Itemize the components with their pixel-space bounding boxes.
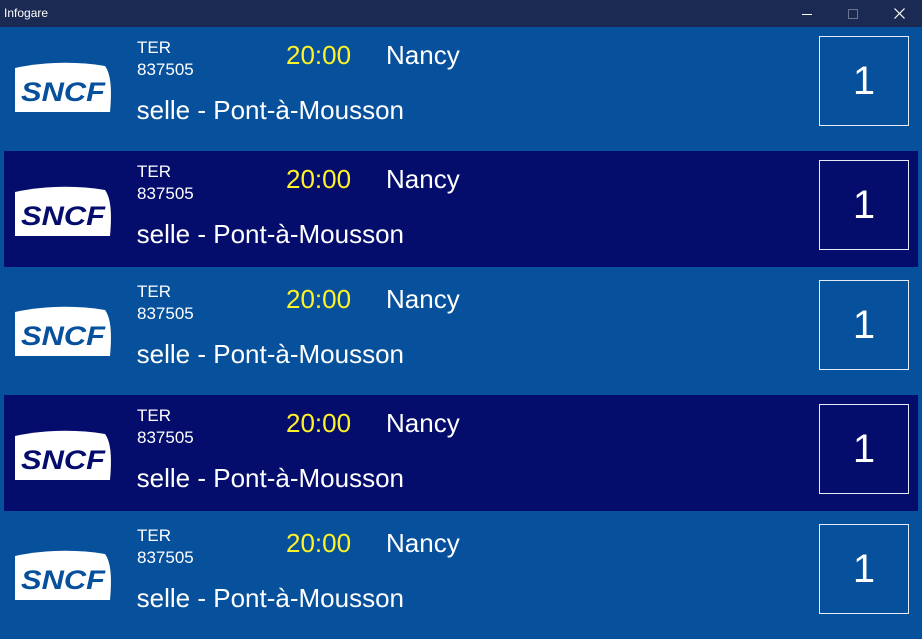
stops-ticker: selle - Pont-à-Mousson [128, 218, 808, 252]
departure-row[interactable]: SNCF TER 837505 20:00 Nancy selle - Pont… [4, 151, 918, 267]
sncf-logo: SNCF [15, 62, 111, 112]
destination: Nancy [386, 528, 460, 558]
stops-ticker: selle - Pont-à-Mousson [128, 462, 808, 496]
stops-text: selle - Pont-à-Mousson [136, 219, 404, 249]
train-type: TER [137, 282, 171, 301]
train-number: 837505 [137, 428, 194, 447]
sncf-logo: SNCF [15, 430, 111, 480]
platform-box: 1 [819, 524, 909, 614]
sncf-logo: SNCF [15, 186, 111, 236]
title-bar[interactable]: Infogare [0, 0, 922, 27]
train-number: 837505 [137, 548, 194, 567]
sncf-logo: SNCF [15, 306, 111, 356]
train-type: TER [137, 38, 171, 57]
train-type: TER [137, 526, 171, 545]
train-type: TER [137, 406, 171, 425]
departure-row[interactable]: SNCF TER 837505 20:00 Nancy selle - Pont… [4, 271, 918, 387]
destination: Nancy [386, 40, 460, 70]
platform-box: 1 [819, 160, 909, 250]
stops-text: selle - Pont-à-Mousson [136, 583, 404, 613]
maximize-icon [848, 8, 858, 19]
stops-text: selle - Pont-à-Mousson [136, 463, 404, 493]
stops-text: selle - Pont-à-Mousson [136, 95, 404, 125]
departure-row[interactable]: SNCF TER 837505 20:00 Nancy selle - Pont… [4, 27, 918, 143]
sncf-logo: SNCF [15, 550, 111, 600]
stops-ticker: selle - Pont-à-Mousson [128, 338, 808, 372]
maximize-button[interactable] [830, 0, 876, 27]
departure-board: SNCF TER 837505 20:00 Nancy selle - Pont… [0, 27, 922, 639]
platform-box: 1 [819, 404, 909, 494]
departure-row[interactable]: SNCF TER 837505 20:00 Nancy selle - Pont… [4, 395, 918, 511]
window-title: Infogare [4, 6, 49, 20]
destination: Nancy [386, 164, 460, 194]
departure-time: 20:00 [286, 40, 352, 70]
train-number: 837505 [137, 184, 194, 203]
departure-row[interactable]: SNCF TER 837505 20:00 Nancy selle - Pont… [4, 515, 918, 631]
destination: Nancy [386, 284, 460, 314]
train-number: 837505 [137, 304, 194, 323]
svg-text:SNCF: SNCF [21, 201, 107, 231]
departure-time: 20:00 [286, 284, 352, 314]
svg-text:SNCF: SNCF [21, 565, 107, 595]
departure-time: 20:00 [286, 408, 352, 438]
stops-ticker: selle - Pont-à-Mousson [128, 582, 808, 616]
destination: Nancy [386, 408, 460, 438]
platform-box: 1 [819, 280, 909, 370]
train-number: 837505 [137, 60, 194, 79]
svg-text:SNCF: SNCF [21, 445, 107, 475]
platform-box: 1 [819, 36, 909, 126]
train-type: TER [137, 162, 171, 181]
minimize-button[interactable] [784, 0, 830, 27]
stops-ticker: selle - Pont-à-Mousson [128, 94, 808, 128]
minimize-icon [802, 13, 812, 15]
infogare-window: Infogare SNCF TER 837505 20:00 Nancy sel… [0, 0, 922, 639]
close-icon [893, 8, 905, 19]
departure-time: 20:00 [286, 528, 352, 558]
svg-text:SNCF: SNCF [21, 321, 107, 351]
stops-text: selle - Pont-à-Mousson [136, 339, 404, 369]
departure-time: 20:00 [286, 164, 352, 194]
svg-text:SNCF: SNCF [21, 77, 107, 107]
close-button[interactable] [876, 0, 922, 27]
